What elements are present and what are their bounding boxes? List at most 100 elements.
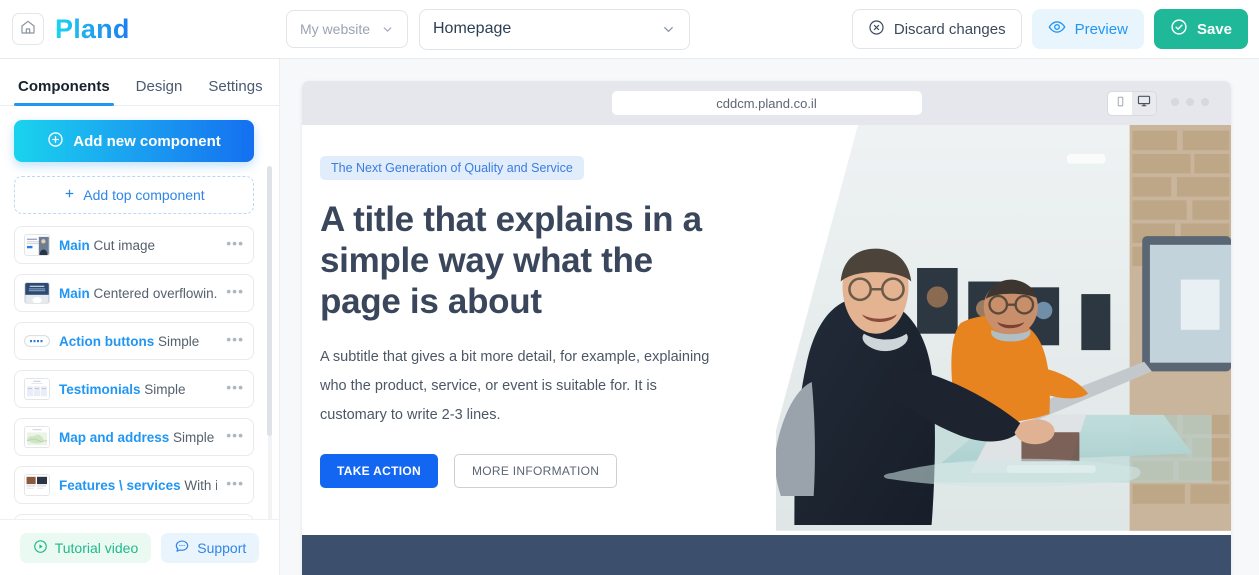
- plus-circle-icon: [47, 131, 64, 152]
- hero-image: [747, 125, 1231, 535]
- eye-icon: [1048, 18, 1066, 40]
- component-variant: Simple: [158, 333, 200, 349]
- hero-section: The Next Generation of Quality and Servi…: [302, 125, 1231, 535]
- component-name: Main: [59, 285, 90, 301]
- tab-settings[interactable]: Settings: [208, 78, 262, 105]
- list-item-label: Features \ services With i...: [59, 478, 217, 493]
- tutorial-video-label: Tutorial video: [54, 539, 139, 556]
- component-list: Main Cut image ••• Main Centered overflo…: [14, 226, 265, 519]
- more-information-button[interactable]: MORE INFORMATION: [453, 453, 618, 488]
- list-item-label: Action buttons Simple: [59, 334, 217, 349]
- chevron-down-icon: [381, 23, 394, 36]
- list-item[interactable]: Main Centered overflowin... •••: [14, 274, 254, 312]
- component-name: Map and address: [59, 429, 170, 445]
- preview-canvas: cddcm.pland.co.il The Next Generation of…: [280, 59, 1259, 575]
- body-row: Components Design Settings Add new compo…: [0, 59, 1259, 575]
- sidebar-scrollbar-thumb[interactable]: [267, 166, 272, 436]
- plus-icon: [63, 187, 76, 203]
- tab-design[interactable]: Design: [136, 78, 183, 105]
- top-bar-actions: Discard changes Preview Save: [851, 9, 1259, 49]
- home-icon: [20, 19, 36, 40]
- list-item[interactable]: Testimonials Simple •••: [14, 370, 254, 408]
- sidebar-scroll-area: Add new component Add top component Main…: [0, 106, 279, 519]
- component-variant: Simple: [173, 429, 215, 445]
- selectors: My website Homepage: [280, 8, 690, 50]
- testimonials-thumb: [24, 378, 50, 400]
- add-top-component-button[interactable]: Add top component: [14, 176, 254, 214]
- more-options-icon[interactable]: •••: [226, 332, 244, 347]
- discard-changes-label: Discard changes: [893, 20, 1006, 38]
- save-button[interactable]: Save: [1153, 9, 1248, 49]
- hero-badge: The Next Generation of Quality and Servi…: [320, 156, 584, 180]
- hero-subtitle[interactable]: A subtitle that gives a bit more detail,…: [320, 343, 718, 430]
- url-input[interactable]: cddcm.pland.co.il: [611, 91, 922, 115]
- component-name: Features \ services: [59, 477, 181, 493]
- list-item[interactable]: •••: [14, 514, 254, 519]
- mobile-view-button[interactable]: [1108, 92, 1132, 115]
- component-variant: With i...: [184, 477, 218, 493]
- window-dot: [1171, 98, 1179, 106]
- more-options-icon[interactable]: •••: [226, 380, 244, 395]
- site-preview: The Next Generation of Quality and Servi…: [302, 125, 1231, 575]
- list-item-label: Main Centered overflowin...: [59, 286, 217, 301]
- desktop-view-button[interactable]: [1132, 92, 1156, 115]
- list-item[interactable]: Main Cut image •••: [14, 226, 254, 264]
- more-options-icon[interactable]: •••: [226, 236, 244, 251]
- list-item[interactable]: Map and address Simple •••: [14, 418, 254, 456]
- app-logo[interactable]: Pland: [55, 14, 130, 45]
- page-selector[interactable]: Homepage: [419, 8, 690, 50]
- chevron-down-icon: [661, 22, 676, 37]
- more-options-icon[interactable]: •••: [226, 476, 244, 491]
- component-variant: Simple: [144, 381, 186, 397]
- save-label: Save: [1196, 20, 1232, 38]
- preview-label: Preview: [1074, 20, 1128, 38]
- brand-zone: Pland: [0, 0, 280, 58]
- list-item[interactable]: Action buttons Simple •••: [14, 322, 254, 360]
- add-top-component-label: Add top component: [83, 187, 205, 203]
- add-new-component-label: Add new component: [73, 132, 221, 150]
- play-circle-icon: [33, 539, 48, 557]
- list-item-label: Map and address Simple: [59, 430, 217, 445]
- component-variant: Cut image: [93, 237, 156, 253]
- list-item-label: Main Cut image: [59, 238, 217, 253]
- top-bar: Pland My website Homepage Discard change…: [0, 0, 1259, 59]
- list-item-label: Testimonials Simple: [59, 382, 217, 397]
- action-buttons-thumb: [24, 330, 50, 352]
- support-button[interactable]: Support: [161, 532, 260, 563]
- check-circle-icon: [1170, 18, 1188, 40]
- browser-chrome: cddcm.pland.co.il: [302, 81, 1231, 125]
- chat-bubble-icon: [174, 538, 190, 557]
- site-selector[interactable]: My website: [286, 10, 408, 48]
- component-name: Testimonials: [59, 381, 141, 397]
- preview-button[interactable]: Preview: [1031, 9, 1144, 49]
- page-selector-label: Homepage: [433, 20, 512, 37]
- main-centered-thumb: [24, 282, 50, 304]
- more-options-icon[interactable]: •••: [226, 284, 244, 299]
- more-options-icon[interactable]: •••: [226, 428, 244, 443]
- close-circle-icon: [868, 19, 885, 40]
- list-item[interactable]: Features \ services With i... •••: [14, 466, 254, 504]
- add-new-component-button[interactable]: Add new component: [14, 120, 254, 162]
- hero-content: The Next Generation of Quality and Servi…: [302, 125, 776, 535]
- window-dot: [1186, 98, 1194, 106]
- component-variant: Centered overflowin...: [93, 285, 218, 301]
- map-address-thumb: [24, 426, 50, 448]
- home-button[interactable]: [12, 13, 44, 45]
- tutorial-video-button[interactable]: Tutorial video: [19, 532, 152, 563]
- hero-buttons: TAKE ACTION MORE INFORMATION: [320, 453, 776, 488]
- tab-components[interactable]: Components: [14, 78, 114, 106]
- component-name: Main: [59, 237, 90, 253]
- sidebar-footer: Tutorial video Support: [0, 519, 279, 575]
- features-services-thumb: [24, 474, 50, 496]
- window-dot: [1201, 98, 1209, 106]
- component-name: Action buttons: [59, 333, 155, 349]
- hero-heading[interactable]: A title that explains in a simple way wh…: [320, 200, 720, 323]
- take-action-button[interactable]: TAKE ACTION: [320, 453, 438, 488]
- site-footer-band: [302, 535, 1231, 575]
- mobile-icon: [1115, 95, 1126, 113]
- sidebar-tabs: Components Design Settings: [0, 59, 279, 106]
- sidebar: Components Design Settings Add new compo…: [0, 59, 280, 575]
- discard-changes-button[interactable]: Discard changes: [851, 9, 1022, 49]
- browser-frame: cddcm.pland.co.il The Next Generation of…: [302, 81, 1231, 575]
- device-toggle: [1107, 91, 1157, 116]
